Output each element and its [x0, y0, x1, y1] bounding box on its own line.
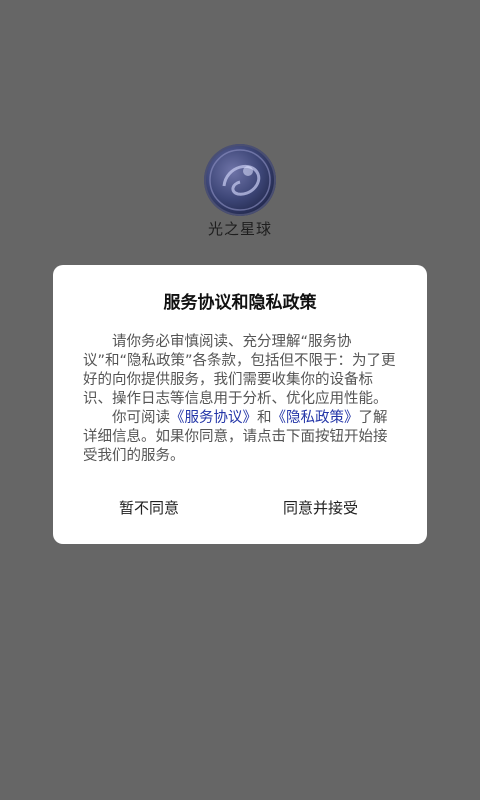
read-agreements-paragraph: 你可阅读《服务协议》和《隐私政策》了解详细信息。如果你同意，请点击下面按钮开始接… — [83, 409, 397, 466]
planet-logo-icon — [204, 144, 276, 216]
agree-accept-button[interactable]: 同意并接受 — [283, 497, 358, 518]
consent-paragraph: 请你务必审慎阅读、充分理解“服务协议”和“隐私政策”各条款，包括但不限于：为了更… — [83, 334, 396, 407]
p2-and: 和 — [257, 410, 272, 426]
disagree-button[interactable]: 暂不同意 — [119, 497, 179, 518]
dialog-actions: 暂不同意 同意并接受 — [53, 497, 427, 521]
privacy-consent-dialog: 服务协议和隐私政策 请你务必审慎阅读、充分理解“服务协议”和“隐私政策”各条款，… — [53, 265, 427, 544]
service-agreement-link[interactable]: 《服务协议》 — [170, 410, 257, 426]
app-name: 光之星球 — [207, 220, 272, 238]
dialog-body: 请你务必审慎阅读、充分理解“服务协议”和“隐私政策”各条款，包括但不限于：为了更… — [83, 333, 397, 466]
p2-prefix: 你可阅读 — [112, 410, 170, 426]
dialog-title: 服务协议和隐私政策 — [163, 293, 317, 313]
privacy-policy-link[interactable]: 《隐私政策》 — [272, 410, 359, 426]
